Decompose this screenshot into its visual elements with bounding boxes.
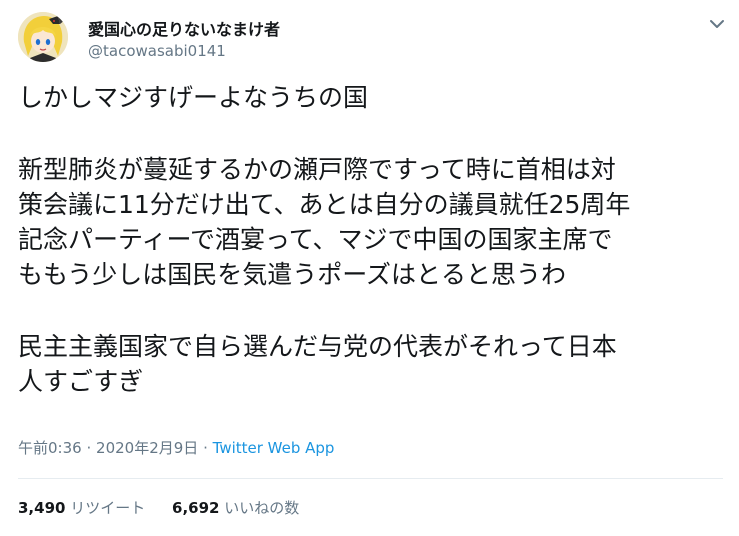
likes-label: いいねの数	[224, 499, 300, 517]
tweet-line: 新型肺炎が蔓延するかの瀬戸際ですって時に首相は対	[18, 155, 616, 184]
tweet-line: ももう少しは国民を気遣うポーズはとると思うわ	[18, 260, 567, 289]
likes-stat[interactable]: 6,692 いいねの数	[172, 497, 299, 518]
retweets-stat[interactable]: 3,490 リツイート	[18, 497, 145, 518]
chevron-down-icon	[710, 20, 724, 28]
source-app-link[interactable]: Twitter Web App	[213, 439, 335, 457]
tweet-stats: 3,490 リツイート 6,692 いいねの数	[18, 497, 299, 518]
tweet-time[interactable]: 午前0:36	[18, 439, 82, 457]
tweet-line: 記念パーティーで酒宴って、マジで中国の国家主席で	[18, 225, 613, 254]
more-options-button[interactable]	[707, 16, 727, 30]
tweet-line: 策会議に11分だけ出て、あとは自分の議員就任25周年	[18, 190, 631, 219]
divider	[18, 478, 723, 479]
avatar-image	[18, 12, 68, 62]
tweet-card: 愛国心の足りないなまけ者 @tacowasabi0141 しかしマジすげーよなう…	[0, 0, 739, 536]
retweets-count: 3,490	[18, 499, 66, 517]
meta-separator: ·	[86, 439, 92, 457]
tweet-line: 人すごすぎ	[18, 367, 144, 396]
retweets-label: リツイート	[70, 499, 146, 517]
avatar[interactable]	[18, 12, 68, 62]
user-handle[interactable]: @tacowasabi0141	[88, 42, 226, 60]
tweet-date[interactable]: 2020年2月9日	[96, 439, 198, 457]
tweet-text: しかしマジすげーよなうちの国 新型肺炎が蔓延するかの瀬戸際ですって時に首相は対 …	[18, 80, 723, 399]
tweet-line: 民主主義国家で自ら選んだ与党の代表がそれって日本	[18, 332, 617, 361]
display-name[interactable]: 愛国心の足りないなまけ者	[88, 16, 280, 40]
meta-separator: ·	[203, 439, 208, 457]
tweet-meta: 午前0:36 · 2020年2月9日 · Twitter Web App	[18, 437, 334, 458]
likes-count: 6,692	[172, 499, 220, 517]
tweet-line: しかしマジすげーよなうちの国	[18, 83, 369, 112]
